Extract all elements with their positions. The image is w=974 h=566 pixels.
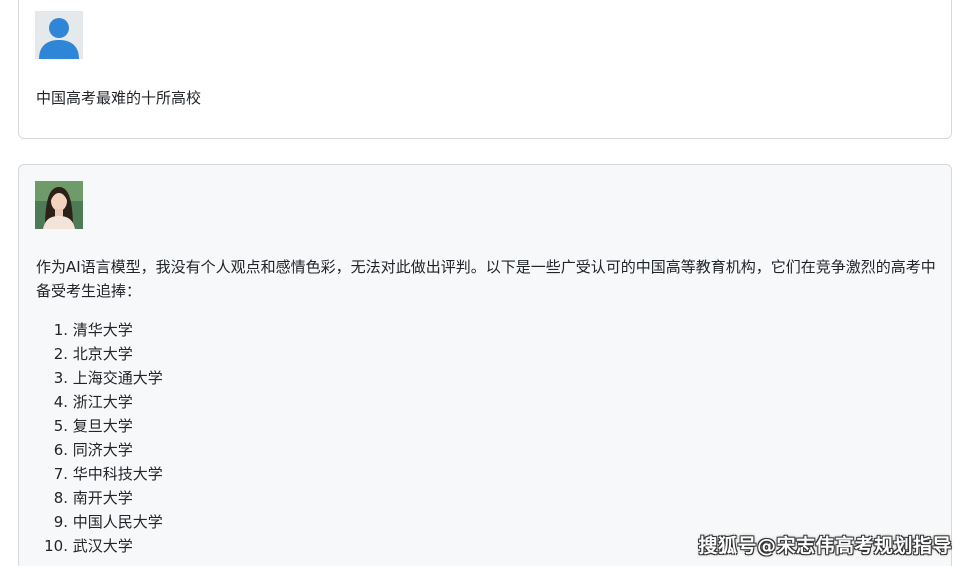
- ai-avatar: [35, 181, 83, 229]
- user-silhouette-icon: [35, 11, 83, 59]
- list-item: 4. 浙江大学: [36, 390, 163, 414]
- list-item-text: 北京大学: [72, 345, 133, 363]
- list-item-text: 清华大学: [72, 321, 133, 339]
- list-item: 1. 清华大学: [36, 318, 163, 342]
- list-item: 8. 南开大学: [36, 486, 163, 510]
- list-item-text: 浙江大学: [72, 393, 133, 411]
- watermark: 搜狐号@宋志伟高考规划指导: [698, 535, 952, 557]
- list-item: 3. 上海交通大学: [36, 366, 163, 390]
- list-item-number: 8.: [53, 489, 68, 507]
- list-item-number: 7.: [53, 465, 68, 483]
- list-item-number: 5.: [53, 417, 68, 435]
- list-item-text: 中国人民大学: [72, 513, 163, 531]
- chat-page: 中国高考最难的十所高校 作为AI语言模型，我没有个人观点和感情色彩，无法对此做出…: [0, 0, 974, 566]
- university-list: 1. 清华大学 2. 北京大学 3. 上海交通大学 4. 浙江大学 5. 复旦大…: [36, 318, 163, 558]
- ai-message-card: 作为AI语言模型，我没有个人观点和感情色彩，无法对此做出评判。以下是一些广受认可…: [18, 164, 952, 566]
- list-item-text: 同济大学: [72, 441, 133, 459]
- ai-portrait-avatar: [35, 181, 83, 229]
- list-item-text: 复旦大学: [72, 417, 133, 435]
- list-item: 9. 中国人民大学: [36, 510, 163, 534]
- user-avatar: [35, 11, 83, 59]
- list-item-text: 武汉大学: [72, 537, 133, 555]
- ai-intro-text: 作为AI语言模型，我没有个人观点和感情色彩，无法对此做出评判。以下是一些广受认可…: [36, 258, 936, 300]
- list-item-number: 6.: [53, 441, 68, 459]
- list-item-number: 9.: [53, 513, 68, 531]
- list-item: 6. 同济大学: [36, 438, 163, 462]
- list-item-number: 4.: [53, 393, 68, 411]
- list-item-text: 南开大学: [72, 489, 133, 507]
- list-item-text: 上海交通大学: [72, 369, 163, 387]
- list-item-text: 华中科技大学: [72, 465, 163, 483]
- list-item: 10. 武汉大学: [36, 534, 163, 558]
- list-item-number: 1.: [53, 321, 68, 339]
- user-message-card: 中国高考最难的十所高校: [18, 0, 952, 139]
- list-item: 2. 北京大学: [36, 342, 163, 366]
- list-item-number: 2.: [53, 345, 68, 363]
- list-item: 7. 华中科技大学: [36, 462, 163, 486]
- user-question-text: 中国高考最难的十所高校: [36, 89, 202, 107]
- list-item-number: 10.: [44, 537, 68, 555]
- list-item-number: 3.: [53, 369, 68, 387]
- list-item: 5. 复旦大学: [36, 414, 163, 438]
